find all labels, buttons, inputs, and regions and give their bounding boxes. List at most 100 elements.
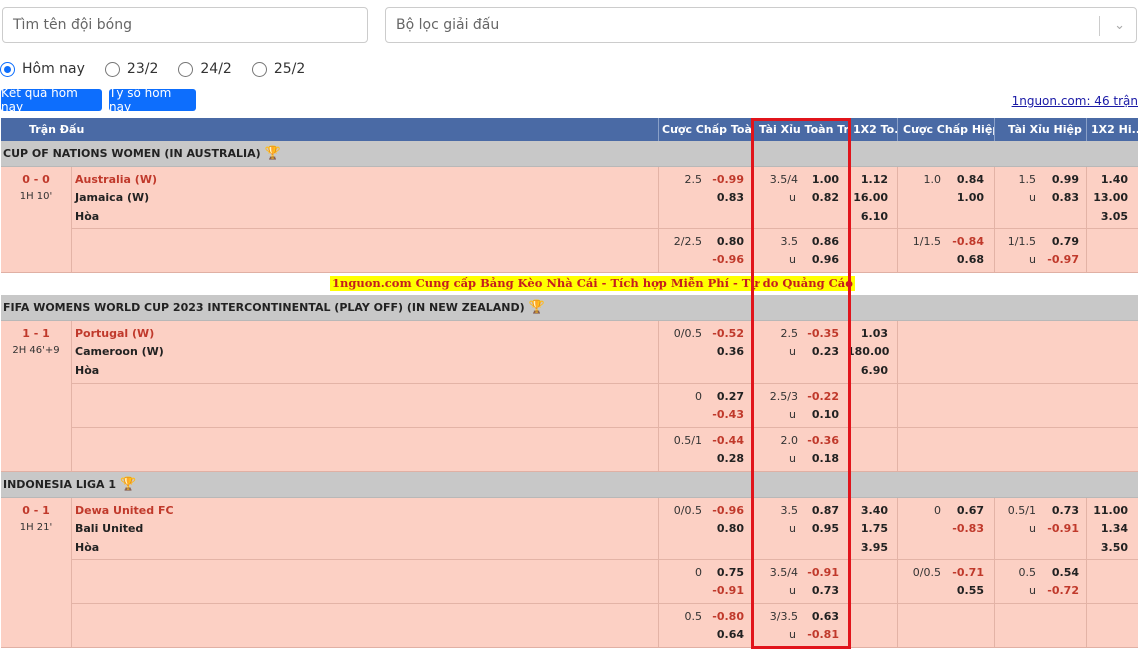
odds-cell[interactable]: 0.84 [941,173,984,186]
odds-cell[interactable]: 180.00 [847,345,889,358]
odds-cell[interactable]: 3.50 [1086,541,1128,554]
odds-cell[interactable]: 0.73 [1036,504,1079,517]
radio-unchecked-icon[interactable] [104,61,120,77]
team-search-input[interactable]: Tìm tên đội bóng [2,7,368,43]
odds-cell[interactable]: -0.91 [1036,522,1079,535]
away-team[interactable]: Bali United [75,522,143,535]
away-team[interactable]: Jamaica (W) [75,191,149,204]
ou-under-label: u [1029,522,1036,535]
odds-cell[interactable]: 0.27 [701,390,744,403]
odds-cell[interactable]: -0.81 [796,628,839,641]
odds-cell[interactable]: -0.96 [701,253,744,266]
match-score: 0 - 0 [22,173,50,186]
odds-cell[interactable]: 3.95 [850,541,888,554]
odds-cell[interactable]: 0.64 [701,628,744,641]
away-team[interactable]: Cameroon (W) [75,345,164,358]
radio-unchecked-icon[interactable] [178,61,194,77]
odds-cell[interactable]: 0.99 [1036,173,1079,186]
home-team[interactable]: Dewa United FC [75,504,174,517]
handicap-line: 0.5/1 [673,434,702,447]
odds-cell[interactable]: 0.79 [1036,235,1079,248]
odds-cell[interactable]: 0.63 [796,610,839,623]
odds-cell[interactable]: 0.96 [796,253,839,266]
odds-cell[interactable]: 0.83 [701,191,744,204]
odds-cell[interactable]: -0.52 [701,327,744,340]
odds-cell[interactable]: -0.44 [701,434,744,447]
odds-cell[interactable]: 0.87 [796,504,839,517]
odds-cell[interactable]: -0.96 [701,504,744,517]
date-radio-23-2[interactable]: 23/2 [104,61,158,77]
odds-cell[interactable]: 0.10 [796,408,839,421]
home-team[interactable]: Portugal (W) [75,327,154,340]
odds-cell[interactable]: 1.03 [850,327,888,340]
odds-cell[interactable]: -0.97 [1036,253,1079,266]
odds-cell[interactable]: 6.10 [850,210,888,223]
odds-cell[interactable]: 3.05 [1086,210,1128,223]
date-radio-today[interactable]: Hôm nay [0,61,85,77]
odds-cell[interactable]: 6.90 [850,364,888,377]
odds-cell[interactable]: 16.00 [850,191,888,204]
odds-cell[interactable]: -0.72 [1036,584,1079,597]
odds-cell[interactable]: 1.12 [850,173,888,186]
odds-cell[interactable]: 0.18 [796,452,839,465]
odds-cell[interactable]: 1.40 [1086,173,1128,186]
league-filter-select[interactable]: Bộ lọc giải đấu ⌄ [385,7,1137,43]
draw-label: Hòa [75,364,100,377]
home-team[interactable]: Australia (W) [75,173,157,186]
ou-line: 3.5/4 [769,566,798,579]
odds-cell[interactable]: 11.00 [1086,504,1128,517]
odds-cell[interactable]: 0.28 [701,452,744,465]
ou-h1-line: 0.5 [1018,566,1037,579]
odds-cell[interactable]: 0.80 [701,522,744,535]
odds-cell[interactable]: 1.34 [1086,522,1128,535]
odds-cell[interactable]: 1.75 [850,522,888,535]
col-header-ou-h1: Tài Xỉu Hiệp 1 [994,118,1086,141]
odds-cell[interactable]: 1.00 [941,191,984,204]
odds-cell[interactable]: 0.67 [941,504,984,517]
odds-cell[interactable]: 0.83 [1036,191,1079,204]
league-name: FIFA WOMENS WORLD CUP 2023 INTERCONTINEN… [3,301,525,314]
odds-cell[interactable]: -0.71 [941,566,984,579]
results-today-button[interactable]: Kết quả hôm nay [1,86,102,114]
odds-cell[interactable]: 0.54 [1036,566,1079,579]
odds-cell[interactable]: 13.00 [1086,191,1128,204]
odds-cell[interactable]: 0.82 [796,191,839,204]
ou-line: 2.5/3 [769,390,798,403]
odds-cell[interactable]: 0.36 [701,345,744,358]
radio-checked-icon[interactable] [0,61,15,77]
odds-cell[interactable]: -0.43 [701,408,744,421]
odds-cell[interactable]: 0.95 [796,522,839,535]
odds-cell[interactable]: 0.86 [796,235,839,248]
odds-cell[interactable]: -0.80 [701,610,744,623]
odds-cell[interactable]: 0.80 [701,235,744,248]
ou-under-label: u [789,584,796,597]
date-radio-24-2[interactable]: 24/2 [178,61,232,77]
odds-cell[interactable]: -0.91 [796,566,839,579]
odds-cell[interactable]: 0.75 [701,566,744,579]
odds-cell[interactable]: -0.22 [796,390,839,403]
odds-cell[interactable]: -0.84 [941,235,984,248]
date-radio-25-2[interactable]: 25/2 [251,61,305,77]
odds-cell[interactable]: -0.99 [701,173,744,186]
odds-cell[interactable]: -0.83 [941,522,984,535]
odds-cell[interactable]: 3.40 [850,504,888,517]
handicap-line: 0/0.5 [673,504,702,517]
odds-cell[interactable]: 0.73 [796,584,839,597]
promo-banner[interactable]: 1nguon.com Cung cấp Bảng Kèo Nhà Cái - T… [330,276,855,291]
odds-cell[interactable]: -0.91 [701,584,744,597]
odds-cell[interactable]: 0.23 [796,345,839,358]
odds-cell[interactable]: -0.35 [796,327,839,340]
odds-cell[interactable]: -0.36 [796,434,839,447]
col-header-1x2-ft: 1X2 To... [850,118,897,141]
ou-under-label: u [789,191,796,204]
ou-h1-line: 1.5 [1018,173,1037,186]
odds-cell[interactable]: 0.68 [941,253,984,266]
col-header-1x2-h1: 1X2 Hi... [1086,118,1138,141]
scores-today-button[interactable]: Tỷ số hôm nay [109,86,196,114]
odds-cell[interactable]: 1.00 [796,173,839,186]
chevron-down-icon[interactable]: ⌄ [1114,18,1125,33]
match-count-link[interactable]: 1nguon.com: 46 trận [1012,94,1138,108]
odds-cell[interactable]: 0.55 [941,584,984,597]
trophy-icon: 🏆 [264,146,281,161]
radio-unchecked-icon[interactable] [251,61,267,77]
